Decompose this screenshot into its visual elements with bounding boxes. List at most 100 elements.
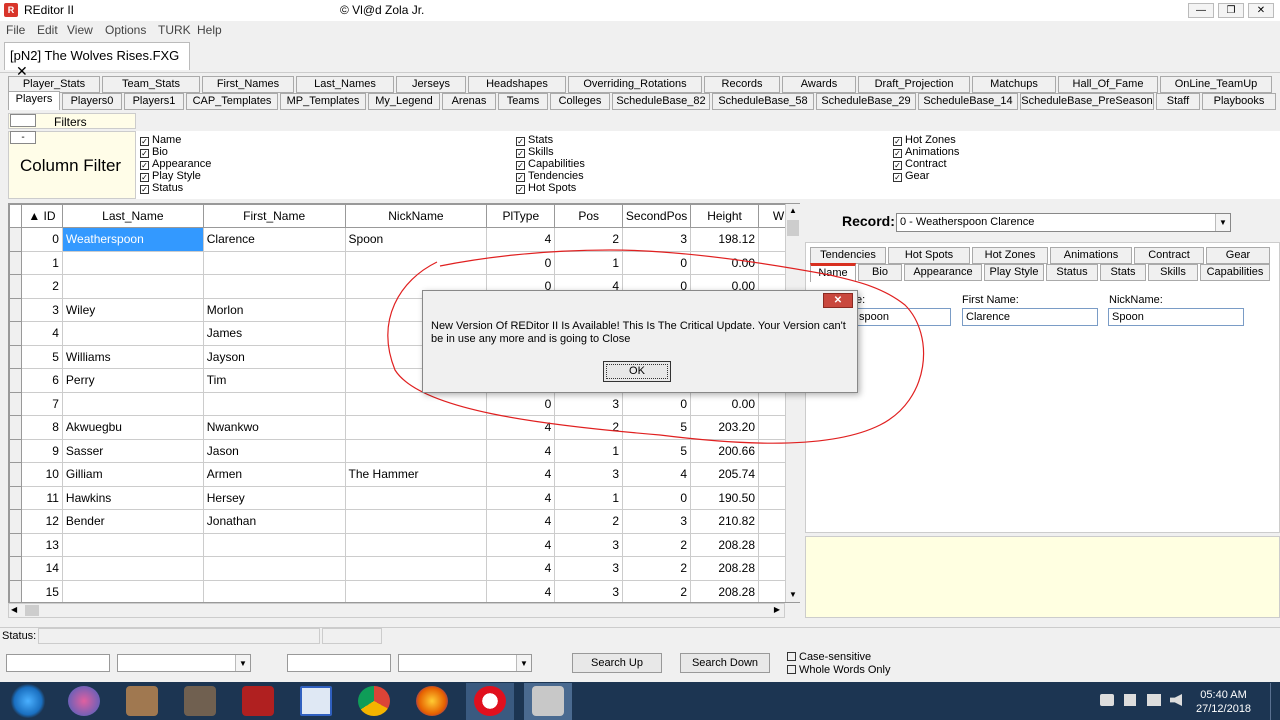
table-cell[interactable]: 205.74 bbox=[690, 462, 760, 487]
table-cell[interactable] bbox=[344, 250, 488, 275]
table-cell[interactable] bbox=[344, 579, 488, 602]
grid-horizontal-scrollbar[interactable]: ◀ ▶ bbox=[8, 603, 785, 618]
filter-appearance[interactable]: ✓ Appearance bbox=[140, 158, 211, 170]
player-app-icon[interactable] bbox=[242, 686, 274, 716]
display-icon[interactable] bbox=[1147, 694, 1161, 706]
table-cell[interactable] bbox=[344, 485, 488, 510]
table-cell[interactable]: 7 bbox=[20, 391, 63, 416]
filter-play-style[interactable]: ✓ Play Style bbox=[140, 170, 211, 182]
tab-last-names[interactable]: Last_Names bbox=[296, 76, 394, 93]
players-grid[interactable]: ▲ ID Last_Name First_Name NickName PlType Pos… bbox=[8, 203, 800, 603]
table-cell[interactable]: 4 bbox=[486, 438, 556, 463]
close-button[interactable]: ✕ bbox=[1248, 3, 1274, 18]
row-header[interactable] bbox=[9, 391, 22, 416]
folder-app-icon[interactable] bbox=[126, 686, 158, 716]
table-cell[interactable]: 4 bbox=[486, 462, 556, 487]
table-cell[interactable]: 1 bbox=[554, 250, 624, 275]
document-tab[interactable]: [pN2] The Wolves Rises.FXG ✕ bbox=[4, 42, 190, 79]
table-row[interactable]: 1 0 1 0 0.00 bbox=[9, 250, 799, 275]
row-header[interactable] bbox=[9, 368, 22, 393]
row-header[interactable] bbox=[9, 415, 22, 440]
filters-toggle[interactable] bbox=[10, 114, 36, 127]
table-cell[interactable] bbox=[202, 274, 346, 299]
table-cell[interactable]: 4 bbox=[20, 321, 63, 346]
menu-edit[interactable]: Edit bbox=[37, 23, 58, 37]
table-cell[interactable]: Spoon bbox=[344, 227, 488, 252]
table-row[interactable]: 7 0 3 0 0.00 bbox=[9, 391, 799, 416]
tab-records[interactable]: Records bbox=[704, 76, 780, 93]
table-cell[interactable]: 203.20 bbox=[690, 415, 760, 440]
chevron-down-icon[interactable]: ▼ bbox=[516, 655, 531, 671]
table-cell[interactable] bbox=[202, 532, 346, 557]
tab-contract[interactable]: Contract bbox=[1134, 247, 1204, 264]
filter-hot-zones[interactable]: ✓ Hot Zones bbox=[893, 134, 959, 146]
table-cell[interactable] bbox=[61, 250, 204, 275]
tab-first-names[interactable]: First_Names bbox=[202, 76, 294, 93]
table-row[interactable]: 0 Weatherspoon Clarence Spoon 4 2 3 198.12 bbox=[9, 227, 799, 252]
table-cell[interactable]: 1 bbox=[20, 250, 63, 275]
table-row[interactable]: 9 Sasser Jason 4 1 5 200.66 bbox=[9, 438, 799, 463]
table-cell[interactable]: 5 bbox=[20, 344, 63, 369]
table-row[interactable]: 11 Hawkins Hersey 4 1 0 190.50 bbox=[9, 485, 799, 510]
tab-playbooks[interactable]: Playbooks bbox=[1202, 93, 1276, 110]
column-header[interactable]: First_Name bbox=[202, 204, 346, 228]
table-cell[interactable]: 14 bbox=[20, 556, 63, 581]
tab-headshapes[interactable]: Headshapes bbox=[468, 76, 566, 93]
table-cell[interactable] bbox=[61, 579, 204, 602]
row-header[interactable] bbox=[9, 321, 22, 346]
tab-schedulebase-58[interactable]: ScheduleBase_58 bbox=[712, 93, 814, 110]
scroll-right-icon[interactable]: ▶ bbox=[774, 605, 780, 614]
table-row[interactable]: 14 4 3 2 208.28 bbox=[9, 556, 799, 581]
table-cell[interactable]: The Hammer bbox=[344, 462, 488, 487]
table-cell[interactable]: 3 bbox=[622, 227, 692, 252]
table-cell[interactable]: 0 bbox=[622, 485, 692, 510]
row-header[interactable] bbox=[9, 556, 22, 581]
ring-app-icon[interactable] bbox=[184, 686, 216, 716]
tab-staff[interactable]: Staff bbox=[1156, 93, 1200, 110]
column-header[interactable]: Height bbox=[690, 204, 760, 228]
game-launcher-icon[interactable] bbox=[68, 686, 100, 716]
table-cell[interactable]: 0 bbox=[622, 391, 692, 416]
tab-overriding-rotations[interactable]: Overriding_Rotations bbox=[568, 76, 702, 93]
show-desktop-button[interactable] bbox=[1270, 683, 1280, 720]
filter-tendencies[interactable]: ✓ Tendencies bbox=[516, 170, 585, 182]
table-cell[interactable]: 3 bbox=[554, 391, 624, 416]
table-cell[interactable] bbox=[61, 532, 204, 557]
tab-mp-templates[interactable]: MP_Templates bbox=[280, 93, 366, 110]
table-cell[interactable]: Hersey bbox=[202, 485, 346, 510]
case-sensitive-checkbox[interactable]: Case-sensitive bbox=[787, 651, 871, 663]
table-cell[interactable]: 9 bbox=[20, 438, 63, 463]
table-cell[interactable]: 190.50 bbox=[690, 485, 760, 510]
table-cell[interactable]: 200.66 bbox=[690, 438, 760, 463]
table-cell[interactable]: 3 bbox=[554, 556, 624, 581]
table-cell[interactable]: 208.28 bbox=[690, 579, 760, 602]
row-header[interactable] bbox=[9, 532, 22, 557]
menu-help[interactable]: Help bbox=[197, 23, 222, 37]
table-cell[interactable]: 8 bbox=[20, 415, 63, 440]
table-cell[interactable]: 210.82 bbox=[690, 509, 760, 534]
table-cell[interactable] bbox=[202, 250, 346, 275]
tab-play-style[interactable]: Play Style bbox=[984, 264, 1044, 281]
table-cell[interactable]: 4 bbox=[486, 415, 556, 440]
maximize-button[interactable]: ❐ bbox=[1218, 3, 1244, 18]
filter-hot-spots[interactable]: ✓ Hot Spots bbox=[516, 182, 585, 194]
table-cell[interactable] bbox=[344, 509, 488, 534]
table-cell[interactable] bbox=[202, 579, 346, 602]
tab-matchups[interactable]: Matchups bbox=[972, 76, 1056, 93]
filter-status[interactable]: ✓ Status bbox=[140, 182, 211, 194]
table-cell[interactable]: 2 bbox=[622, 579, 692, 602]
tab-gear[interactable]: Gear bbox=[1206, 247, 1270, 264]
tab-hot-zones[interactable]: Hot Zones bbox=[972, 247, 1048, 264]
tab-name[interactable]: Name bbox=[810, 263, 856, 282]
filter-animations[interactable]: ✓ Animations bbox=[893, 146, 959, 158]
tab-schedulebase-14[interactable]: ScheduleBase_14 bbox=[918, 93, 1018, 110]
table-cell[interactable]: 0 bbox=[622, 250, 692, 275]
chrome-icon[interactable] bbox=[358, 686, 390, 716]
network-warning-icon[interactable] bbox=[1100, 694, 1114, 706]
tab-stats[interactable]: Stats bbox=[1100, 264, 1146, 281]
table-cell[interactable] bbox=[61, 274, 204, 299]
table-cell[interactable]: Morlon bbox=[202, 297, 346, 322]
table-cell[interactable]: Akwuegbu bbox=[61, 415, 204, 440]
tab-players[interactable]: Players bbox=[8, 91, 60, 110]
firefox-icon[interactable] bbox=[416, 686, 448, 716]
